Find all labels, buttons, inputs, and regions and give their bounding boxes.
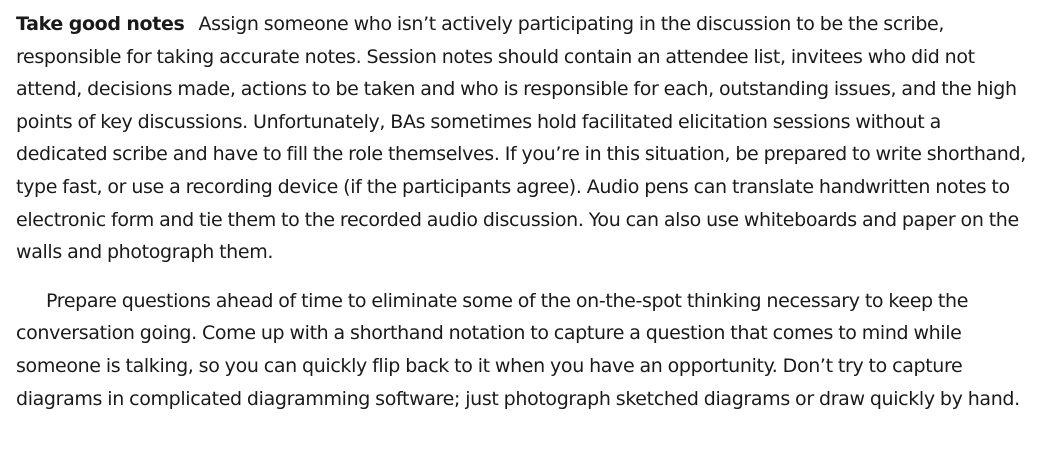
paragraph-take-good-notes: Take good notes Assign someone who isn’t …	[16, 8, 1028, 269]
paragraph-prepare-questions: Prepare questions ahead of time to elimi…	[16, 289, 1020, 410]
run-in-heading: Take good notes	[16, 13, 185, 35]
document-page: Take good notes Assign someone who isn’t …	[16, 8, 1028, 415]
paragraph-1-text: Assign someone who isn’t actively partic…	[16, 13, 1026, 264]
